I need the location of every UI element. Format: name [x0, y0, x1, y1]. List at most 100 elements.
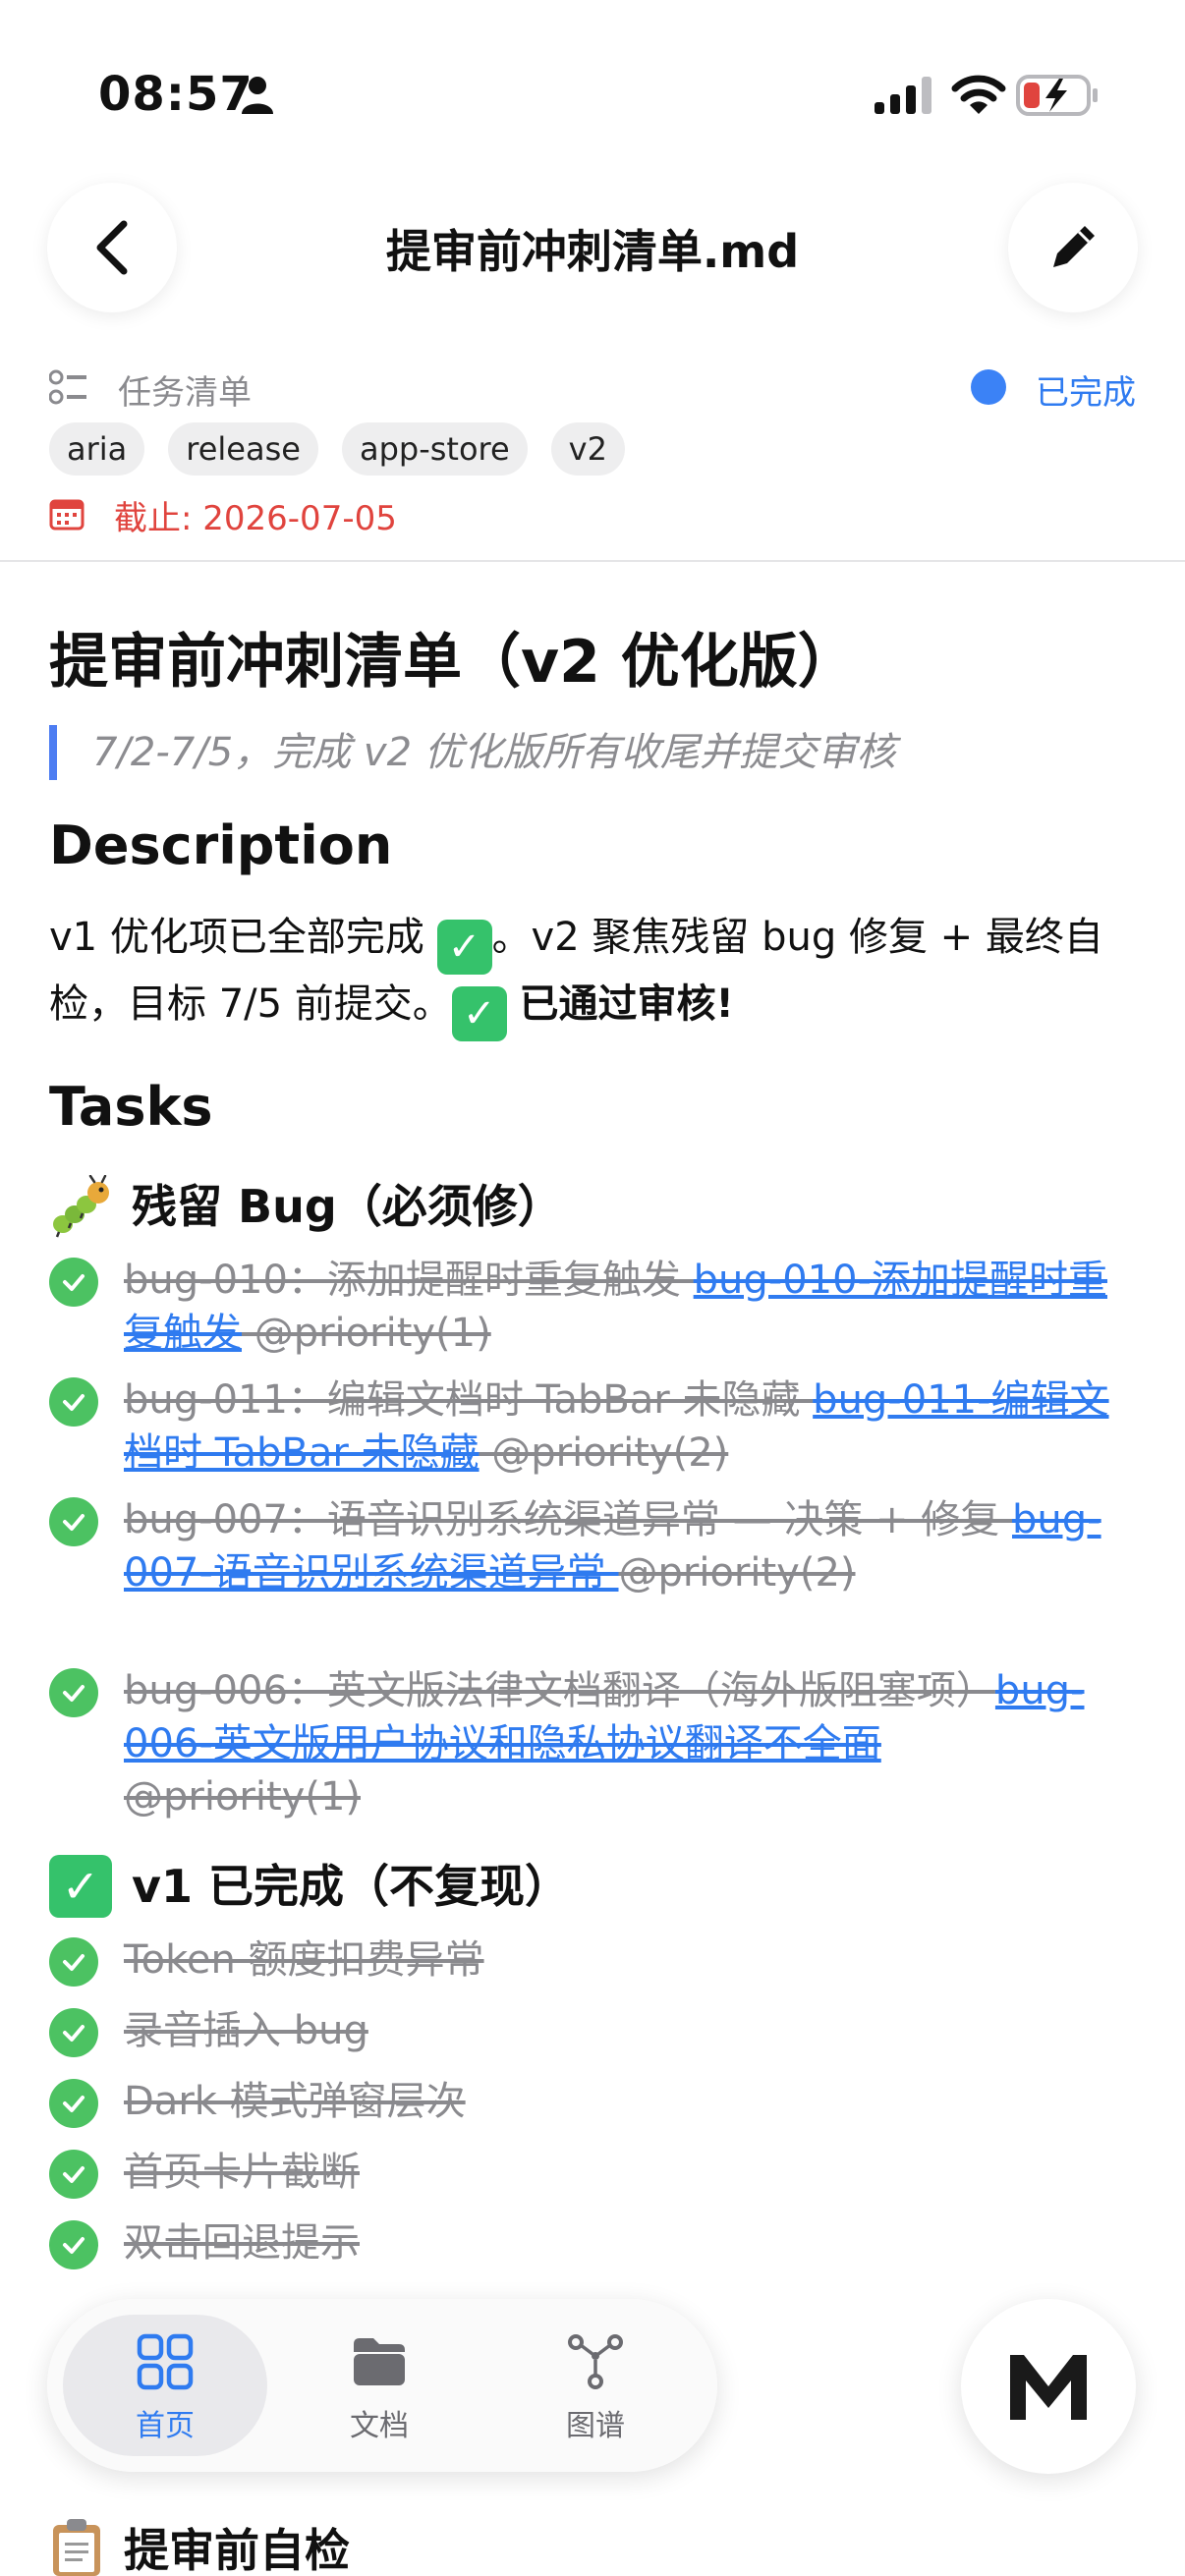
tab-label: 文档 [350, 2409, 409, 2443]
task-priority: @priority(2) [618, 1550, 856, 1596]
task-checkbox[interactable] [49, 1668, 98, 1717]
task-checkbox[interactable] [49, 2079, 98, 2128]
blockquote: 7/2-7/5，完成 v2 优化版所有收尾并提交审核 [49, 725, 1140, 780]
edit-button[interactable] [1008, 183, 1138, 312]
checklist-icon [49, 369, 86, 405]
tab-label: 首页 [136, 2409, 195, 2443]
task-text: 录音插入 bug [124, 2008, 368, 2053]
task-item: 双击回退提示 [49, 2216, 1140, 2269]
task-item: bug-007：语音识别系统渠道异常 — 决策 + 修复 bug-007-语音识… [49, 1493, 1140, 1599]
task-item: Dark 模式弹窗层次 [49, 2075, 1140, 2128]
task-text: 双击回退提示 [124, 2220, 360, 2266]
tasks-heading: Tasks [49, 1076, 213, 1138]
bug-task-list: bug-010：添加提醒时重复触发 bug-010-添加提醒时重复触发 @pri… [49, 1254, 1140, 1823]
status-time: 08:57 [98, 67, 254, 122]
folder-icon [354, 2338, 405, 2385]
page-title: 提审前冲刺清单.md [385, 225, 800, 278]
tag-chip[interactable]: app-store [341, 422, 528, 476]
pencil-icon [1053, 226, 1095, 267]
markdown-action-button[interactable] [961, 2299, 1136, 2474]
person-icon [242, 77, 273, 114]
bug-icon [53, 1175, 109, 1238]
document-type-label: 任务清单 [118, 373, 252, 413]
tag-list: aria release app-store v2 [49, 422, 625, 476]
tag-chip[interactable]: release [168, 422, 318, 476]
description-heading: Description [49, 814, 393, 876]
document-body: 提审前冲刺清单（v2 优化版） 7/2-7/5，完成 v2 优化版所有收尾并提交… [49, 621, 1140, 2287]
section-heading-text: 提审前自检 [124, 2524, 350, 2576]
check-icon [63, 2166, 85, 2183]
check-icon [63, 2025, 85, 2042]
section-heading-text: 残留 Bug（必须修） [132, 1180, 563, 1233]
tab-graph[interactable]: 图谱 [493, 2332, 698, 2444]
task-checkbox[interactable] [49, 2008, 98, 2057]
description-text-1: v1 优化项已全部完成 [49, 915, 437, 960]
back-button[interactable] [47, 183, 177, 312]
done-task-list: Token 额度扣费异常 录音插入 bug Dark 模式弹窗层次 首页卡片截断… [49, 1933, 1140, 2269]
task-text: Token 额度扣费异常 [124, 1937, 484, 1983]
check-icon [63, 1514, 85, 1531]
task-priority: @priority(1) [242, 1311, 491, 1356]
check-icon [63, 2096, 85, 2112]
m-logo-icon [1010, 2355, 1087, 2420]
section-heading-bugs: 残留 Bug（必须修） [49, 1167, 1140, 1246]
app-screen: 08:57 提审前冲刺清单.md 任务清单 已完成 aria release a… [0, 0, 1185, 2576]
wifi-icon [951, 75, 1006, 114]
task-checkbox[interactable] [49, 1937, 98, 1987]
cellular-signal-icon [875, 77, 931, 114]
tag-chip[interactable]: v2 [550, 422, 625, 476]
deadline-text: 截止: 2026-07-05 [114, 499, 397, 538]
tab-label: 图谱 [566, 2409, 625, 2443]
chevron-left-icon [96, 220, 128, 275]
check-icon [63, 1274, 85, 1291]
tab-home[interactable]: 首页 [63, 2332, 267, 2444]
task-text: 首页卡片截断 [124, 2150, 360, 2195]
check-icon [63, 1685, 85, 1702]
task-checkbox[interactable] [49, 1258, 98, 1307]
task-text: Dark 模式弹窗层次 [124, 2079, 466, 2124]
section-heading-text: v1 已完成（不复现） [132, 1860, 571, 1913]
check-icon [63, 1954, 85, 1971]
task-priority: @priority(1) [124, 1774, 361, 1820]
task-item: bug-011：编辑文档时 TabBar 未隐藏 bug-011-编辑文档时 T… [49, 1373, 1140, 1480]
check-mark-icon: ✓ [49, 1855, 112, 1918]
check-mark-icon: ✓ [451, 986, 507, 1041]
task-text: bug-010：添加提醒时重复触发 [124, 1258, 694, 1303]
check-icon [63, 2237, 85, 2254]
check-icon [63, 1394, 85, 1411]
task-item: bug-010：添加提醒时重复触发 bug-010-添加提醒时重复触发 @pri… [49, 1254, 1140, 1360]
task-item: 录音插入 bug [49, 2004, 1140, 2057]
task-checkbox[interactable] [49, 2150, 98, 2199]
check-mark-icon: ✓ [436, 920, 492, 975]
blockquote-text: 7/2-7/5，完成 v2 优化版所有收尾并提交审核 [92, 730, 896, 775]
section-heading-self-check: 提审前自检 [49, 2515, 350, 2576]
status-bar: 08:57 [0, 0, 1185, 177]
bottom-tab-bar: 首页 文档 图谱 [47, 2299, 717, 2472]
tab-documents[interactable]: 文档 [277, 2332, 481, 2444]
header-divider [0, 560, 1185, 562]
description-paragraph: v1 优化项已全部完成 ✓ 。v2 聚焦残留 bug 修复 + 最终自检，目标 7… [49, 908, 1140, 1041]
description-bold-text: 已通过审核! [519, 981, 734, 1027]
tag-chip[interactable]: aria [49, 422, 145, 476]
task-text: bug-007：语音识别系统渠道异常 — 决策 + 修复 [124, 1497, 1013, 1542]
task-item: 首页卡片截断 [49, 2146, 1140, 2199]
grid-icon [137, 2333, 194, 2390]
meta-row: 任务清单 已完成 [49, 362, 1136, 413]
document-meta: 任务清单 已完成 aria release app-store v2 截止: 2… [49, 362, 1136, 538]
document-title: 提审前冲刺清单（v2 优化版） [49, 628, 857, 697]
graph-icon [568, 2334, 623, 2389]
task-text: bug-011：编辑文档时 TabBar 未隐藏 [124, 1377, 814, 1423]
task-item: bug-006：英文版法律文档翻译（海外版阻塞项）bug-006-英文版用户协议… [49, 1664, 1140, 1823]
task-checkbox[interactable] [49, 1377, 98, 1427]
clipboard-icon [53, 2519, 100, 2576]
calendar-icon [49, 499, 85, 531]
section-heading-v1-done: ✓ v1 已完成（不复现） [49, 1847, 1140, 1926]
status-badge[interactable]: 已完成 [1036, 365, 1136, 414]
task-checkbox[interactable] [49, 2220, 98, 2269]
task-checkbox[interactable] [49, 1497, 98, 1546]
task-item: Token 额度扣费异常 [49, 1933, 1140, 1987]
task-priority: @priority(2) [479, 1430, 729, 1476]
task-text: bug-006：英文版法律文档翻译（海外版阻塞项） [124, 1668, 995, 1713]
battery-charging-icon [1016, 75, 1098, 116]
status-dot [971, 369, 1006, 405]
